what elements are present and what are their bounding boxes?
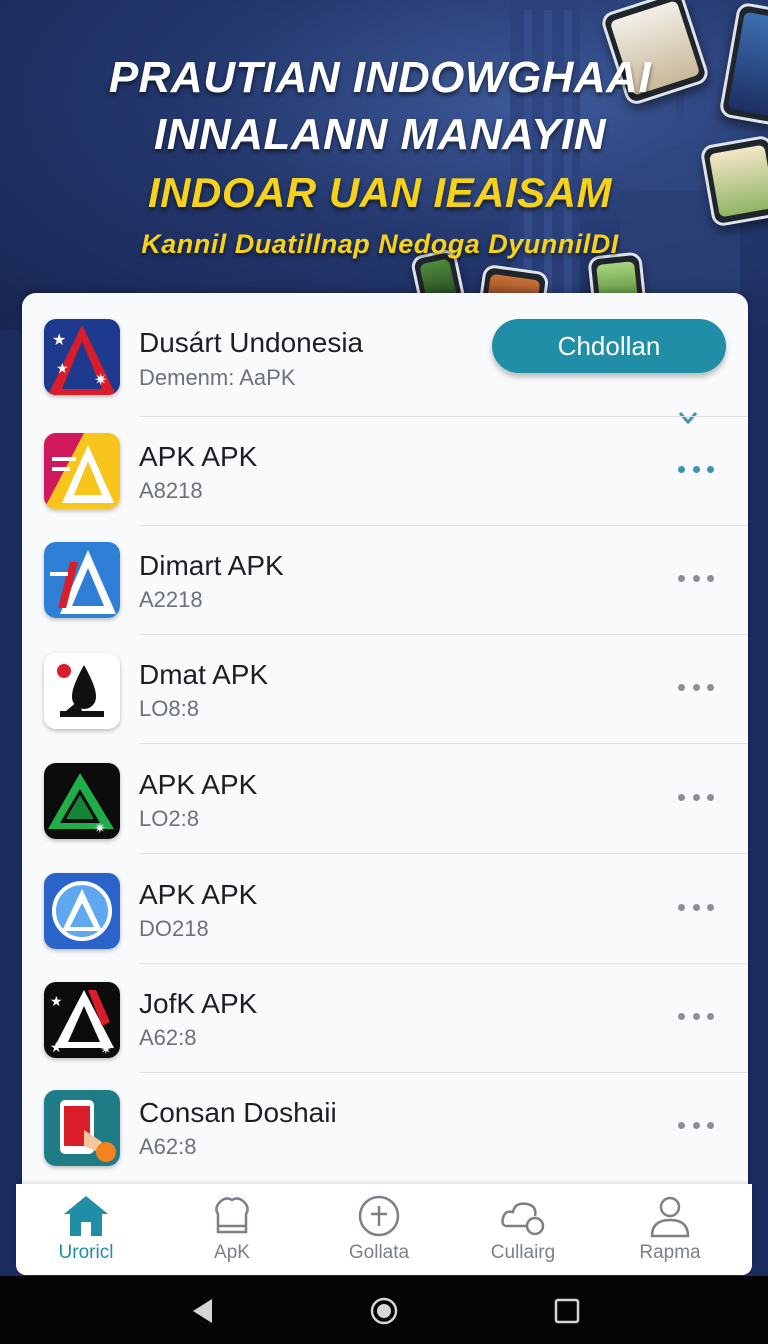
app-name: Dimart APK: [139, 550, 284, 581]
app-subtitle: A62:8: [139, 1134, 197, 1159]
bottom-navigation: Uroricl ApK Gollata Cullairg Rapma: [16, 1184, 752, 1275]
app-logo-green-triangle-icon: ✷: [44, 763, 120, 839]
svg-text:✷: ✷: [94, 820, 106, 836]
more-options-icon[interactable]: [678, 787, 714, 807]
download-button[interactable]: Chdollan: [492, 319, 726, 373]
app-name: APK APK: [139, 769, 258, 800]
hero-tagline: Kannil Duatillnap Nedoga DyunnilDI: [141, 229, 619, 259]
hero-title-line-1: PRAUTIAN INDOWGHAAI: [108, 53, 652, 102]
hero-title-line-3: INDOAR UAN IEAISAM: [147, 169, 612, 216]
featured-app-name: Dusárt Undonesia: [139, 327, 364, 358]
app-logo-blue-a-icon: [44, 542, 120, 618]
list-item[interactable]: Dimart APK A2218: [22, 526, 748, 635]
app-name: JofK APK: [139, 988, 258, 1019]
featured-app-subtitle: Demenm: AaPK: [139, 365, 296, 390]
svg-text:✷: ✷: [100, 1041, 112, 1057]
svg-text:★: ★: [50, 1039, 63, 1055]
app-logo-drop-icon: [44, 653, 120, 729]
recents-icon[interactable]: [552, 1296, 582, 1326]
app-subtitle: LO8:8: [139, 696, 199, 721]
nav-label: ApK: [214, 1242, 250, 1263]
svg-text:✷: ✷: [94, 372, 107, 389]
row-divider: [139, 853, 748, 854]
more-options-icon[interactable]: [678, 1006, 714, 1026]
app-name: APK APK: [139, 879, 258, 910]
list-item[interactable]: APK APK A8218: [22, 417, 748, 526]
nav-label: Rapma: [639, 1242, 701, 1263]
app-list-card: ★ ★ ✷ Dusárt Undonesia Demenm: AaPK Chdo…: [22, 293, 748, 1193]
hero-title-line-2: INNALANN MANAYIN: [153, 110, 607, 159]
row-divider: [139, 743, 748, 744]
app-subtitle: A62:8: [139, 1025, 197, 1050]
nav-item-home[interactable]: Uroricl: [26, 1192, 146, 1272]
app-logo-dark-a-icon: ★ ★ ✷: [44, 982, 120, 1058]
app-logo-circle-a-icon: [44, 873, 120, 949]
list-item[interactable]: ✷ APK APK LO2:8: [22, 745, 748, 854]
profile-icon: [650, 1196, 690, 1238]
nav-label: Gollata: [348, 1242, 410, 1263]
list-item[interactable]: APK APK DO218: [22, 855, 748, 964]
app-subtitle: LO2:8: [139, 806, 199, 831]
featured-app-row[interactable]: ★ ★ ✷ Dusárt Undonesia Demenm: AaPK Chdo…: [22, 293, 748, 425]
nav-label: Cullairg: [490, 1242, 556, 1263]
app-logo-phone-hand-icon: [44, 1090, 120, 1166]
nav-item-rapma[interactable]: Rapma: [610, 1192, 730, 1272]
home-icon: [64, 1196, 108, 1236]
list-item[interactable]: Dmat APK LO8:8: [22, 635, 748, 744]
more-options-icon[interactable]: [678, 677, 714, 697]
back-icon[interactable]: [188, 1296, 218, 1326]
list-item[interactable]: ★ ★ ✷ JofK APK A62:8: [22, 964, 748, 1073]
home-button-icon[interactable]: [369, 1296, 399, 1326]
more-options-icon[interactable]: [678, 897, 714, 917]
app-subtitle: A8218: [139, 478, 203, 503]
svg-text:★: ★: [56, 360, 69, 376]
svg-text:★: ★: [50, 993, 63, 1009]
svg-text:★: ★: [52, 332, 66, 349]
nav-label: Uroricl: [58, 1242, 114, 1263]
hero-banner: PRAUTIAN INDOWGHAAI INNALANN MANAYIN IND…: [0, 0, 768, 330]
more-options-icon[interactable]: [678, 459, 714, 479]
bag-icon: [215, 1197, 249, 1234]
nav-item-cullairg[interactable]: Cullairg: [463, 1192, 583, 1272]
app-name: APK APK: [139, 441, 258, 472]
app-name: Dmat APK: [139, 659, 269, 690]
app-logo-yellow-a-icon: [44, 433, 120, 509]
app-name: Consan Doshaii: [139, 1097, 337, 1128]
cloud-sync-icon: [501, 1202, 545, 1236]
more-options-icon[interactable]: [678, 1115, 714, 1135]
nav-item-gollata[interactable]: Gollata: [319, 1192, 439, 1272]
system-navigation-bar: [0, 1276, 768, 1344]
nav-item-apk[interactable]: ApK: [172, 1192, 292, 1272]
app-subtitle: DO218: [139, 916, 209, 941]
app-logo-star-a-icon: ★ ★ ✷: [44, 319, 120, 395]
list-item[interactable]: Consan Doshaii A62:8: [22, 1073, 748, 1182]
more-options-icon[interactable]: [678, 568, 714, 588]
add-circle-icon: [358, 1195, 400, 1237]
app-subtitle: A2218: [139, 587, 203, 612]
